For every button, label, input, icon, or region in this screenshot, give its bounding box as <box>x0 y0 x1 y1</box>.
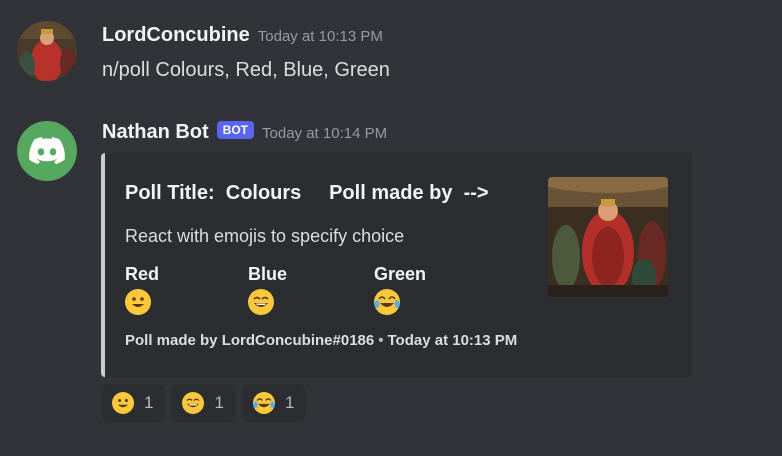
painting-thumbnail[interactable] <box>548 177 668 297</box>
timestamp: Today at 10:13 PM <box>257 28 383 45</box>
reaction-button[interactable]: 1 <box>101 384 166 422</box>
message-header: Nathan Bot BOT Today at 10:14 PM <box>102 121 387 144</box>
embed-description: React with emojis to specify choice <box>125 226 405 246</box>
username[interactable]: Nathan Bot <box>102 121 209 144</box>
embed-title: Poll Title: Colours Poll made by --> <box>125 182 489 204</box>
grinning-face-icon <box>125 289 151 315</box>
field-name: Green <box>374 264 427 284</box>
username[interactable]: LordConcubine <box>102 24 250 47</box>
footer-timestamp: Today at 10:13 PM <box>387 332 518 349</box>
embed-footer: Poll made by LordConcubine#0186 • Today at… <box>125 332 517 349</box>
message-text: n/poll Colours, Red, Blue, Green <box>102 59 390 81</box>
bot-avatar[interactable] <box>17 121 77 181</box>
field-name: Red <box>125 264 160 284</box>
timestamp: Today at 10:14 PM <box>262 125 388 142</box>
embed-field: Blue <box>248 264 287 320</box>
user-avatar[interactable] <box>17 21 77 81</box>
reaction-button[interactable]: 1 <box>171 384 236 422</box>
poll-embed: Poll Title: Colours Poll made by --> Rea… <box>101 153 692 377</box>
tears-of-joy-icon <box>374 289 400 315</box>
grinning-face-icon <box>112 392 134 414</box>
field-name: Blue <box>248 264 288 284</box>
reaction-button[interactable]: 1 <box>241 384 307 422</box>
chat-area: LordConcubine Today at 10:13 PM n/poll C… <box>0 0 782 456</box>
reactions-bar: 1 1 1 <box>101 384 307 422</box>
grinning-face-big-eyes-icon <box>182 392 205 414</box>
embed-field: Green <box>374 264 426 320</box>
footer-text: Poll made by LordConcubine#0186 <box>125 332 375 349</box>
message-header: LordConcubine Today at 10:13 PM <box>102 24 383 47</box>
discord-logo-icon <box>29 137 65 165</box>
tears-of-joy-icon <box>252 392 275 414</box>
footer-separator: • <box>378 332 384 349</box>
reaction-count: 1 <box>284 393 295 412</box>
reaction-count: 1 <box>144 393 154 412</box>
grinning-face-big-eyes-icon <box>248 289 274 315</box>
bot-tag: BOT <box>216 121 255 139</box>
reaction-count: 1 <box>214 393 224 412</box>
embed-field: Red <box>125 264 159 320</box>
